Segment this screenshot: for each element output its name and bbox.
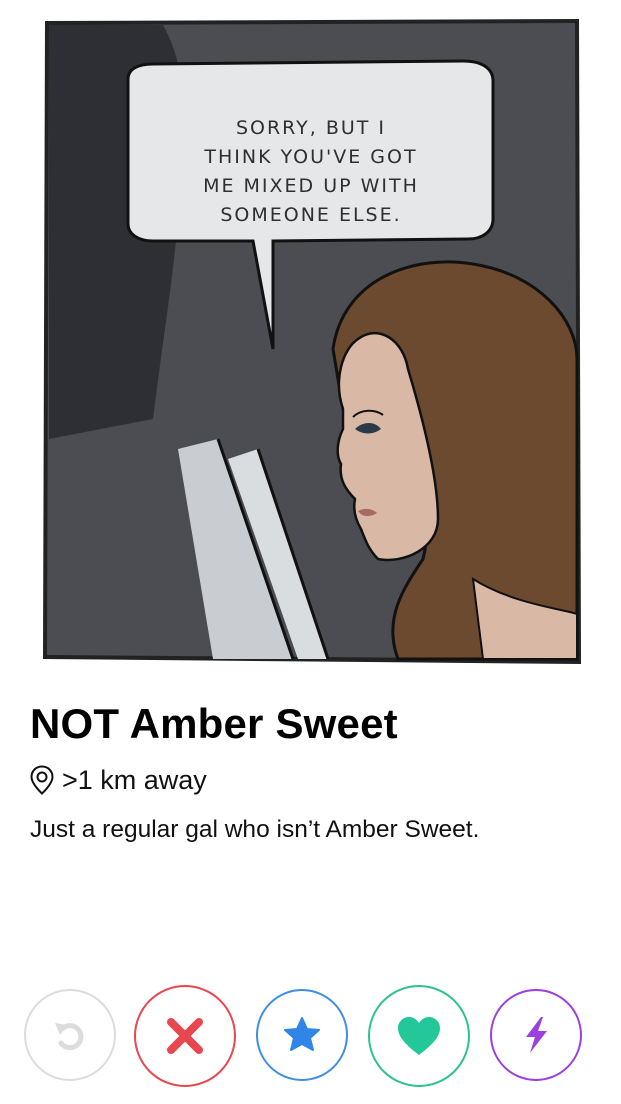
profile-name: NOT Amber Sweet [30,700,398,747]
nope-button[interactable] [134,985,236,1087]
lightning-icon [526,1017,547,1053]
profile-bio: Just a regular gal who isn’t Amber Sweet… [30,816,480,843]
speech-bubble-text: SORRY, BUT I THINK YOU'VE GOT ME MIXED U… [146,114,476,230]
rewind-button[interactable] [24,989,116,1081]
action-bar [0,983,621,1087]
star-icon [284,1017,320,1051]
speech-line: SORRY, BUT I [235,117,387,139]
speech-line: SOMEONE ELSE. [220,204,402,226]
speech-line: THINK YOU'VE GOT [204,146,418,168]
rewind-icon [55,1023,84,1051]
close-icon [167,1018,203,1054]
distance-text: >1 km away [62,764,207,795]
location-pin-icon [30,765,54,795]
profile-photo[interactable]: SORRY, BUT I THINK YOU'VE GOT ME MIXED U… [43,19,581,664]
speech-line: ME MIXED UP WITH [203,175,419,197]
heart-icon [398,1017,440,1055]
super-like-button[interactable] [256,989,348,1081]
boost-button[interactable] [490,989,582,1081]
distance-row: >1 km away [30,764,207,796]
like-button[interactable] [368,985,470,1087]
